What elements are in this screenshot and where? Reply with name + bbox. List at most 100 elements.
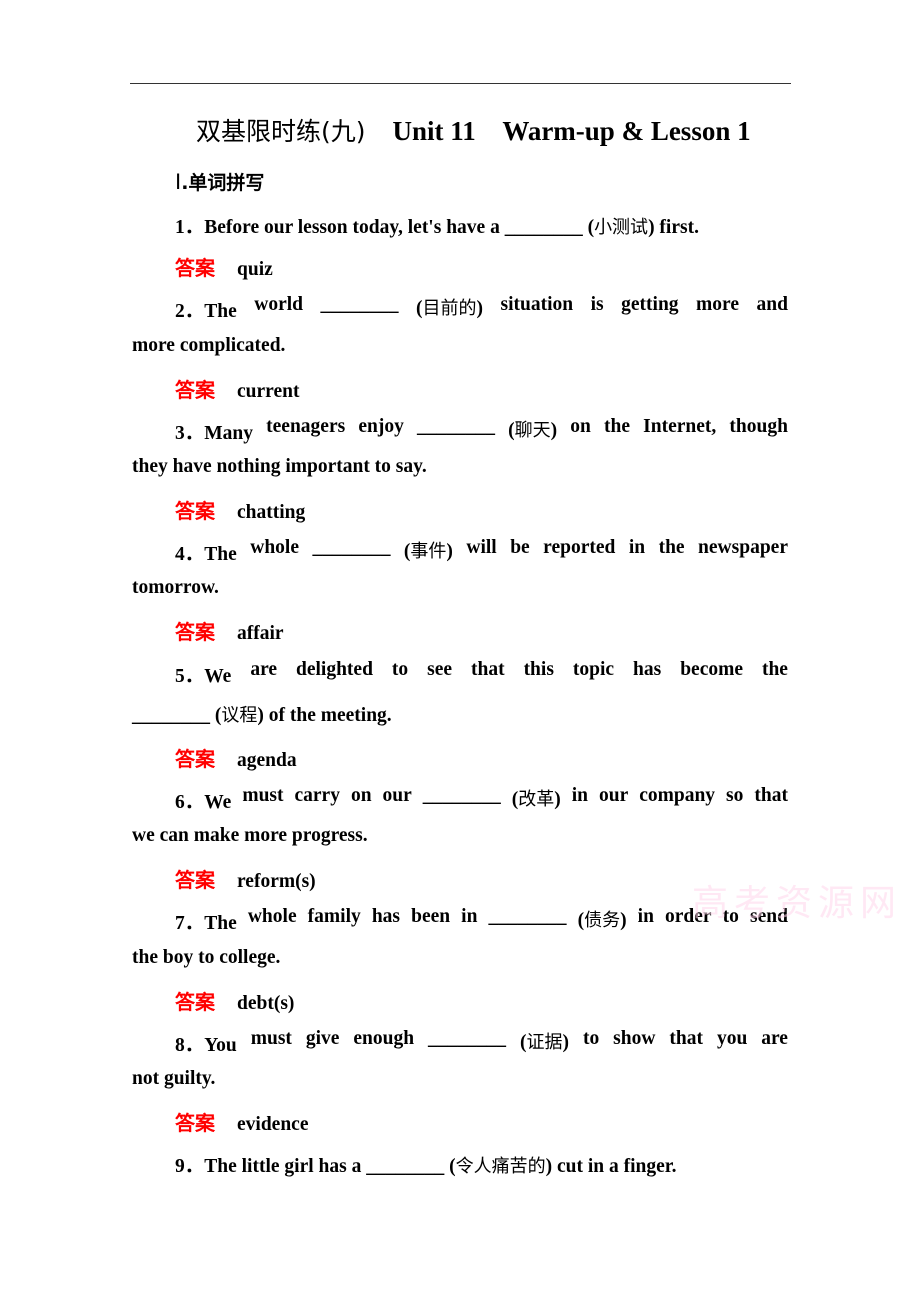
word: carry: [294, 785, 339, 814]
text-run: that: [471, 659, 505, 680]
word: family: [308, 906, 361, 935]
word: must: [242, 785, 283, 814]
text-run: 6．We: [175, 792, 232, 813]
word: become: [680, 659, 743, 688]
question-line: 6．We must carry on our ________ (改革) in our compa…: [175, 785, 788, 814]
word: ________: [423, 785, 501, 814]
text-run: though: [729, 416, 788, 437]
word: world: [254, 294, 303, 323]
text-run: getting: [621, 294, 679, 315]
word: more: [696, 294, 739, 323]
text-run: this: [523, 659, 554, 680]
chinese-hint: 聊天: [514, 420, 551, 441]
chinese-hint: 目前的: [422, 298, 477, 319]
text-run: ________: [488, 906, 567, 927]
word: topic: [573, 659, 614, 688]
word: show: [613, 1028, 655, 1057]
answer-line: 答案 chatting: [175, 495, 788, 524]
text-run: 7．The: [175, 913, 237, 934]
text-run: give: [305, 1028, 340, 1049]
word: (债务): [578, 906, 627, 935]
text-run: will: [466, 537, 497, 558]
text-run: that: [669, 1028, 703, 1049]
word: been: [411, 906, 450, 935]
question-line: 8．You must give enough ________ (证据) to show tha…: [175, 1028, 788, 1057]
chinese-hint: 债务: [584, 910, 621, 931]
text-run: ________: [428, 1028, 507, 1049]
text-run: whole: [250, 537, 299, 558]
text-run: in: [628, 537, 646, 558]
word: whole: [250, 537, 299, 566]
question-line-continued: more complicated.: [132, 335, 788, 357]
answer-value: current: [237, 381, 300, 402]
word: ________: [489, 906, 567, 935]
title-unit: Unit 11: [392, 116, 476, 146]
word: be: [510, 537, 530, 566]
word: and: [757, 294, 788, 323]
word: getting: [621, 294, 678, 323]
word: must: [251, 1028, 292, 1057]
chinese-hint: 议程: [221, 705, 258, 726]
text-run: and: [756, 294, 788, 315]
text-run: are: [250, 659, 278, 680]
word: ________: [312, 537, 390, 566]
question-line: 1．Before our lesson today, let's have a …: [175, 210, 788, 239]
text-run: has: [633, 659, 662, 680]
word: (目前的): [416, 294, 483, 323]
question-line-continued: we can make more progress.: [132, 825, 788, 847]
text-run: topic: [572, 659, 615, 680]
text-run: family: [307, 906, 361, 927]
text-run: ): [562, 1032, 570, 1053]
answer-label: 答案: [175, 990, 215, 1014]
text-run: more complicated.: [132, 335, 286, 356]
text-run: become: [680, 659, 743, 680]
answer-label: 答案: [175, 378, 215, 402]
text-run: ): [554, 789, 561, 810]
text-run: 3．Many: [175, 423, 254, 444]
answer-line: 答案 evidence: [175, 1107, 788, 1136]
text-run: ________ (: [132, 705, 222, 726]
text-run: is: [590, 294, 604, 315]
word: ________: [428, 1028, 506, 1057]
text-run: they have nothing important to say.: [132, 456, 427, 477]
answer-label: 答案: [175, 868, 215, 892]
answer-label: 答案: [175, 747, 215, 771]
text-run: delighted: [296, 659, 373, 680]
answer-value: evidence: [237, 1114, 309, 1135]
text-run: carry: [294, 785, 340, 806]
text-run: 1．Before our lesson today, let's have a …: [175, 217, 595, 238]
text-run: ________: [422, 785, 501, 806]
word: the: [604, 416, 630, 445]
word: reported: [543, 537, 615, 566]
question-line-continued: ________ (议程) of the meeting.: [132, 701, 788, 727]
word: that: [471, 659, 505, 688]
answer-line: 答案 affair: [175, 616, 788, 645]
text-run: ): [550, 420, 558, 441]
text-run: our: [382, 785, 412, 806]
text-run: ________: [320, 294, 399, 315]
word: (证据): [520, 1028, 569, 1057]
word: (事件): [404, 537, 453, 566]
text-run: are: [761, 1028, 788, 1049]
text-run: more: [696, 294, 739, 315]
text-run: to: [582, 1028, 600, 1049]
answer-value: affair: [237, 623, 284, 644]
word: situation: [501, 294, 574, 323]
chinese-hint: 改革: [518, 789, 555, 810]
text-run: ________: [312, 537, 391, 558]
text-run: tomorrow.: [132, 577, 219, 598]
word: to: [392, 659, 408, 688]
text-run: ________: [417, 416, 495, 437]
page-title: 双基限时练(九) Unit 11 Warm-up & Lesson 1: [196, 112, 751, 148]
text-run: ) of the meeting.: [257, 705, 392, 726]
text-run: our: [598, 785, 629, 806]
word: will: [466, 537, 496, 566]
word: are: [761, 1028, 788, 1057]
text-run: so: [726, 785, 744, 806]
word: is: [591, 294, 604, 323]
question-line: 3．Many teenagers enjoy ________ (聊天) on the Int…: [175, 416, 788, 445]
question-line: 9．The little girl has a ________ (令人痛苦的)…: [175, 1149, 788, 1178]
text-run: 5．We: [175, 666, 232, 687]
text-run: be: [510, 537, 530, 558]
word: our: [599, 785, 628, 814]
